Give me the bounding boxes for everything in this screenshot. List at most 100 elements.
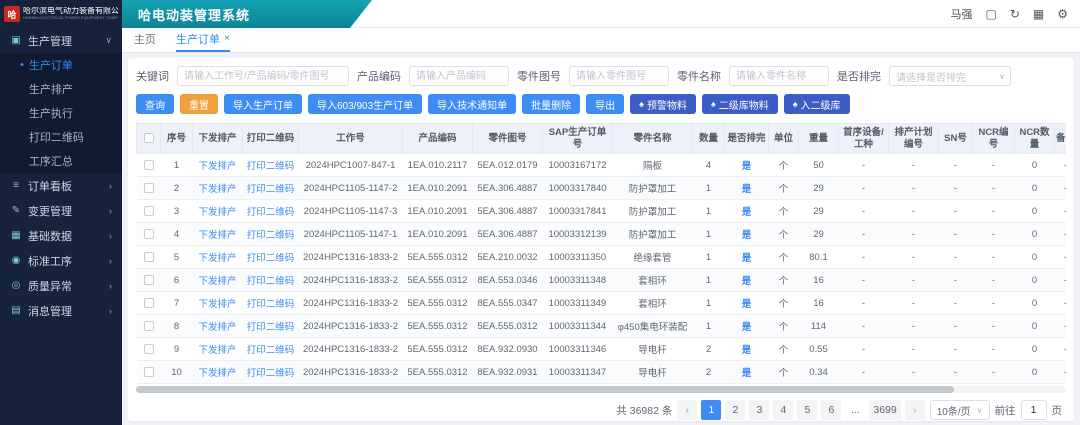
dispatch-link[interactable]: 下发排产 <box>198 207 236 218</box>
row-checkbox[interactable] <box>144 298 154 308</box>
next-page-button[interactable]: › <box>905 400 925 420</box>
sidebar-subitem-0[interactable]: •生产订单 <box>0 53 122 77</box>
page-button-5[interactable]: 5 <box>797 400 817 420</box>
select-all-checkbox[interactable] <box>144 133 154 143</box>
toolbar-button-6[interactable]: 导出 <box>586 94 624 114</box>
sidebar-item-6[interactable]: ▤消息管理› <box>0 298 122 323</box>
apps-grid-icon[interactable]: ▦ <box>1033 8 1044 20</box>
sidebar-item-4[interactable]: ◉标准工序› <box>0 248 122 273</box>
print-qrcode-link[interactable]: 打印二维码 <box>247 207 295 218</box>
print-qrcode-link[interactable]: 打印二维码 <box>247 299 295 310</box>
row-checkbox[interactable] <box>144 275 154 285</box>
sidebar-item-1[interactable]: ≡订单看板› <box>0 173 122 198</box>
sidebar-item-0[interactable]: ▣生产管理∨ <box>0 28 122 53</box>
cell: 2 <box>693 361 725 384</box>
page-button-2[interactable]: 2 <box>725 400 745 420</box>
fullscreen-icon[interactable]: ▢ <box>985 8 996 20</box>
toolbar-button-5[interactable]: 批量删除 <box>522 94 580 114</box>
toolbar-button-0[interactable]: 查询 <box>136 94 174 114</box>
toolbar-button-7[interactable]: ♠预警物料 <box>630 94 696 114</box>
row-checkbox[interactable] <box>144 183 154 193</box>
toolbar-button-1[interactable]: 重置 <box>180 94 218 114</box>
cell: 个 <box>769 177 799 200</box>
cell-remark: - <box>1064 344 1066 355</box>
settings-gear-icon[interactable]: ⚙ <box>1057 8 1068 20</box>
print-qrcode-link[interactable]: 打印二维码 <box>247 345 295 356</box>
goto-page-input[interactable] <box>1021 400 1047 420</box>
tab-production-orders[interactable]: 生产订单 × <box>176 28 230 52</box>
row-checkbox-cell <box>137 361 161 384</box>
product-code-label: 产品编码 <box>357 68 401 84</box>
sidebar-item-5[interactable]: ◎质量异常› <box>0 273 122 298</box>
cell: 8EA.932.0930 <box>473 338 543 361</box>
prev-page-button[interactable]: ‹ <box>677 400 697 420</box>
sidebar-subitem-2[interactable]: •生产执行 <box>0 101 122 125</box>
print-qrcode-link[interactable]: 打印二维码 <box>247 253 295 264</box>
page-button-3699[interactable]: 3699 <box>869 400 900 420</box>
chevron-icon: › <box>109 281 112 291</box>
column-header-label: SN号 <box>944 133 967 144</box>
dispatch-link[interactable]: 下发排产 <box>198 368 236 379</box>
row-checkbox[interactable] <box>144 344 154 354</box>
scrollbar-thumb[interactable] <box>136 386 954 393</box>
dispatch-link[interactable]: 下发排产 <box>198 161 236 172</box>
cell-device: - <box>862 275 865 286</box>
cell: 个 <box>769 269 799 292</box>
row-checkbox[interactable] <box>144 229 154 239</box>
table-row: 4下发排产打印二维码2024HPC1105-1147-11EA.010.2091… <box>137 223 1067 246</box>
toolbar-button-4[interactable]: 导入技术通知单 <box>428 94 516 114</box>
change-mgmt-icon: ✎ <box>10 205 22 216</box>
page-button-3[interactable]: 3 <box>749 400 769 420</box>
toolbar-button-2[interactable]: 导入生产订单 <box>224 94 302 114</box>
page-size-select[interactable]: 10条/页 ∨ <box>930 400 990 420</box>
dispatch-link[interactable]: 下发排产 <box>198 299 236 310</box>
print-qrcode-link[interactable]: 打印二维码 <box>247 161 295 172</box>
sidebar-item-2[interactable]: ✎变更管理› <box>0 198 122 223</box>
product-code-input[interactable] <box>409 66 509 86</box>
row-checkbox[interactable] <box>144 321 154 331</box>
cell-weight: 0.34 <box>809 367 828 378</box>
cell: - <box>939 177 973 200</box>
dispatch-link[interactable]: 下发排产 <box>198 230 236 241</box>
cell: - <box>889 292 939 315</box>
tab-home[interactable]: 主页 <box>134 28 156 52</box>
company-logo-icon: 哈 <box>4 6 20 22</box>
sidebar-subitem-1[interactable]: •生产排产 <box>0 77 122 101</box>
page-button-1[interactable]: 1 <box>701 400 721 420</box>
page-button-6[interactable]: 6 <box>821 400 841 420</box>
toolbar-button-9[interactable]: ♠入二级库 <box>784 94 850 114</box>
part-no-input[interactable] <box>569 66 669 86</box>
cell: 是 <box>725 292 769 315</box>
dispatch-link[interactable]: 下发排产 <box>198 184 236 195</box>
user-name[interactable]: 马强 <box>950 6 972 22</box>
row-checkbox[interactable] <box>144 206 154 216</box>
sidebar-subitem-4[interactable]: •工序汇总 <box>0 149 122 173</box>
dispatch-link[interactable]: 下发排产 <box>198 253 236 264</box>
close-tab-icon[interactable]: × <box>224 34 230 44</box>
row-checkbox[interactable] <box>144 367 154 377</box>
page-button-4[interactable]: 4 <box>773 400 793 420</box>
cell-device: - <box>862 183 865 194</box>
dispatch-link[interactable]: 下发排产 <box>198 322 236 333</box>
toolbar-button-3[interactable]: 导入603/903生产订单 <box>308 94 422 114</box>
cell: 10003167172 <box>543 154 613 177</box>
dispatch-link[interactable]: 下发排产 <box>198 345 236 356</box>
print-qrcode-link[interactable]: 打印二维码 <box>247 230 295 241</box>
toolbar-button-8[interactable]: ♠二级库物料 <box>702 94 778 114</box>
print-qrcode-link[interactable]: 打印二维码 <box>247 368 295 379</box>
print-qrcode-link[interactable]: 打印二维码 <box>247 276 295 287</box>
cell-weight: 29 <box>813 206 824 217</box>
cell: 打印二维码 <box>243 292 299 315</box>
keyword-input[interactable] <box>177 66 349 86</box>
row-checkbox[interactable] <box>144 252 154 262</box>
sidebar-item-3[interactable]: ▦基础数据› <box>0 223 122 248</box>
dispatch-link[interactable]: 下发排产 <box>198 276 236 287</box>
cell: 0 <box>1015 177 1055 200</box>
scheduled-select[interactable]: 请选择是否排完 ∨ <box>889 66 1011 86</box>
part-name-input[interactable] <box>729 66 829 86</box>
sidebar-subitem-3[interactable]: •打印二维码 <box>0 125 122 149</box>
refresh-icon[interactable]: ↻ <box>1010 8 1020 20</box>
print-qrcode-link[interactable]: 打印二维码 <box>247 184 295 195</box>
print-qrcode-link[interactable]: 打印二维码 <box>247 322 295 333</box>
row-checkbox[interactable] <box>144 160 154 170</box>
